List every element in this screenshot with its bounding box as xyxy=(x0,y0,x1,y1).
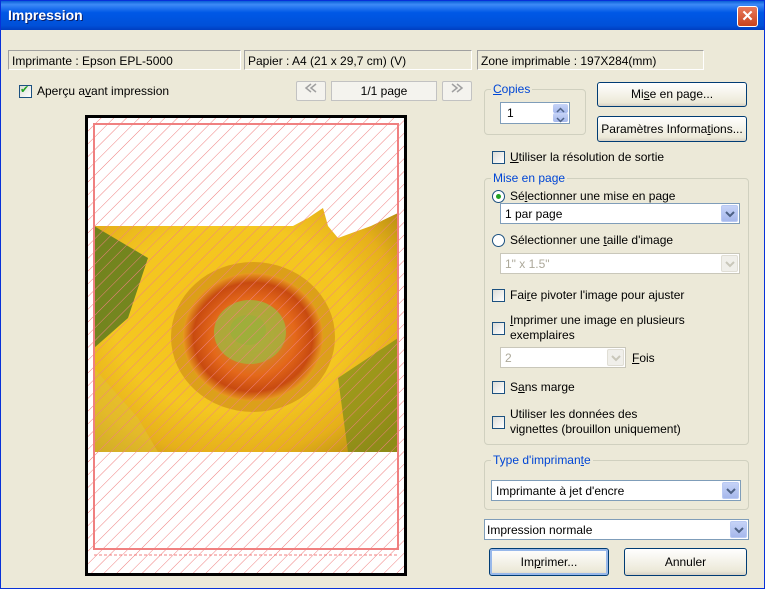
double-right-arrow-icon xyxy=(451,83,464,93)
printer-info: Imprimante : Epson EPL-5000 xyxy=(8,50,241,70)
info-settings-button[interactable]: Paramètres Informations... xyxy=(597,116,747,142)
printer-type-dropdown-button[interactable] xyxy=(722,482,739,499)
printer-type-legend: Type d'imprimante xyxy=(491,453,593,467)
multiple-copies-label-line2[interactable]: exemplaires xyxy=(510,328,575,342)
previous-page-button[interactable] xyxy=(296,81,326,101)
chevron-down-icon xyxy=(611,355,621,362)
next-page-button[interactable] xyxy=(442,81,472,101)
layout-legend: Mise en page xyxy=(491,171,568,185)
image-size-dropdown-button[interactable] xyxy=(721,255,738,272)
chevron-down-icon xyxy=(726,488,736,495)
rotate-checkbox[interactable] xyxy=(492,289,505,302)
copies-legend: Copies xyxy=(491,82,533,96)
printable-zone-info: Zone imprimable : 197X284(mm) xyxy=(477,50,704,70)
print-quality-dropdown-button[interactable] xyxy=(730,521,747,538)
chevron-down-icon xyxy=(556,117,565,123)
double-left-arrow-icon xyxy=(304,83,317,93)
layout-select[interactable]: 1 par page xyxy=(500,203,740,224)
borderless-checkbox[interactable] xyxy=(492,381,505,394)
chevron-down-icon xyxy=(734,527,744,534)
multiple-copies-checkbox[interactable] xyxy=(492,322,505,335)
copies-down-button[interactable] xyxy=(553,113,568,123)
print-quality-value: Impression normale xyxy=(487,523,593,537)
times-label: Fois xyxy=(632,351,655,365)
output-resolution-label[interactable]: Utiliser la résolution de sortie xyxy=(510,150,664,164)
select-size-radio[interactable] xyxy=(492,234,505,247)
page-indicator: 1/1 page xyxy=(331,81,437,101)
chevron-down-icon xyxy=(725,261,735,268)
printer-type-value: Imprimante à jet d'encre xyxy=(496,484,625,498)
select-layout-radio[interactable] xyxy=(492,190,505,203)
thumbnail-data-checkbox[interactable] xyxy=(492,416,505,429)
select-size-label[interactable]: Sélectionner une taille d'image xyxy=(510,233,673,247)
print-dialog: Impression ✕ Imprimante : Epson EPL-5000… xyxy=(0,0,765,589)
copies-up-button[interactable] xyxy=(553,104,568,113)
preview-checkbox-label[interactable]: Aperçu avant impression xyxy=(37,84,169,98)
paper-info: Papier : A4 (21 x 29,7 cm) (V) xyxy=(244,50,472,70)
layout-dropdown-button[interactable] xyxy=(721,205,738,222)
page-setup-button[interactable]: Mise en page... xyxy=(597,82,747,107)
times-dropdown-button[interactable] xyxy=(607,349,624,366)
close-button[interactable]: ✕ xyxy=(737,6,758,27)
borderless-label[interactable]: Sans marge xyxy=(510,380,575,394)
image-size-select[interactable]: 1" x 1.5" xyxy=(500,253,740,274)
image-size-value: 1" x 1.5" xyxy=(505,257,550,271)
print-preview-page xyxy=(85,115,407,576)
select-layout-label[interactable]: Sélectionner une mise en page xyxy=(510,189,675,203)
output-resolution-checkbox[interactable] xyxy=(492,151,505,164)
preview-checkbox[interactable] xyxy=(19,83,32,98)
multiple-copies-label[interactable]: Imprimer une image en plusieurs xyxy=(510,313,685,327)
thumbnail-data-label[interactable]: Utiliser les données des xyxy=(510,407,637,421)
printer-type-select[interactable]: Imprimante à jet d'encre xyxy=(491,480,741,501)
thumbnail-data-label-line2[interactable]: vignettes (brouillon uniquement) xyxy=(510,422,681,436)
print-quality-select[interactable]: Impression normale xyxy=(484,519,749,540)
times-value: 2 xyxy=(505,351,512,365)
print-button[interactable]: Imprimer... xyxy=(489,548,609,576)
copies-value[interactable]: 1 xyxy=(507,106,514,120)
cancel-button[interactable]: Annuler xyxy=(624,548,747,576)
chevron-down-icon xyxy=(725,211,735,218)
rotate-label[interactable]: Faire pivoter l'image pour ajuster xyxy=(510,288,684,302)
close-icon: ✕ xyxy=(741,8,754,25)
times-select[interactable]: 2 xyxy=(500,347,626,368)
layout-select-value: 1 par page xyxy=(505,207,563,221)
copies-stepper[interactable]: 1 xyxy=(500,102,570,124)
title-bar[interactable]: Impression ✕ xyxy=(1,1,764,30)
dialog-title: Impression xyxy=(8,7,83,23)
print-preview-canvas xyxy=(88,118,404,573)
